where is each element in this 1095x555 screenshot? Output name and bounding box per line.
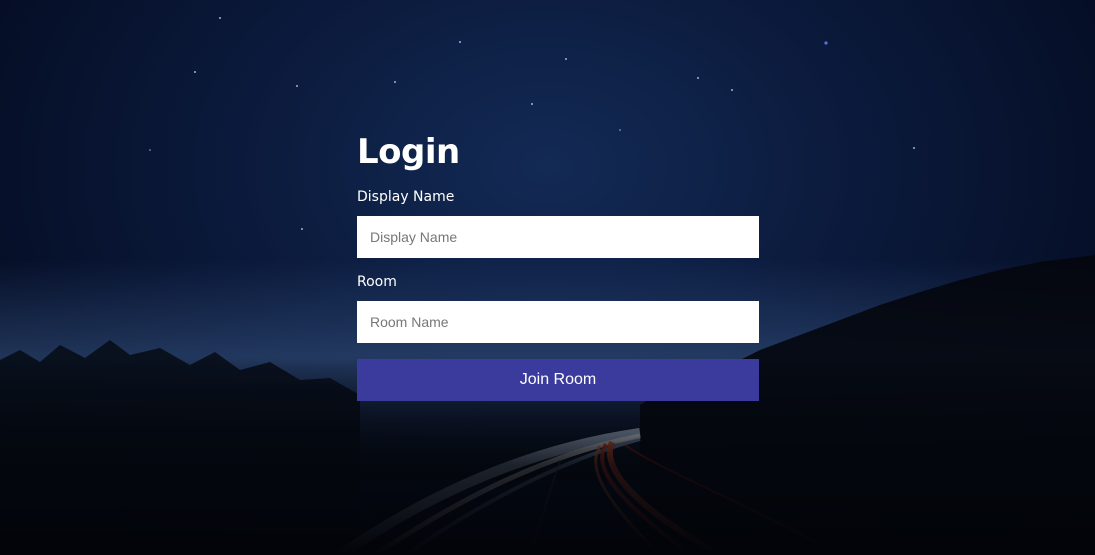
display-name-label: Display Name: [357, 189, 455, 205]
join-room-button[interactable]: Join Room: [357, 359, 759, 401]
room-label: Room: [357, 274, 397, 290]
login-title: Login: [357, 132, 460, 172]
display-name-input[interactable]: [357, 216, 759, 258]
login-form: Login Display Name Room Join Room: [357, 130, 759, 401]
room-name-input[interactable]: [357, 301, 759, 343]
